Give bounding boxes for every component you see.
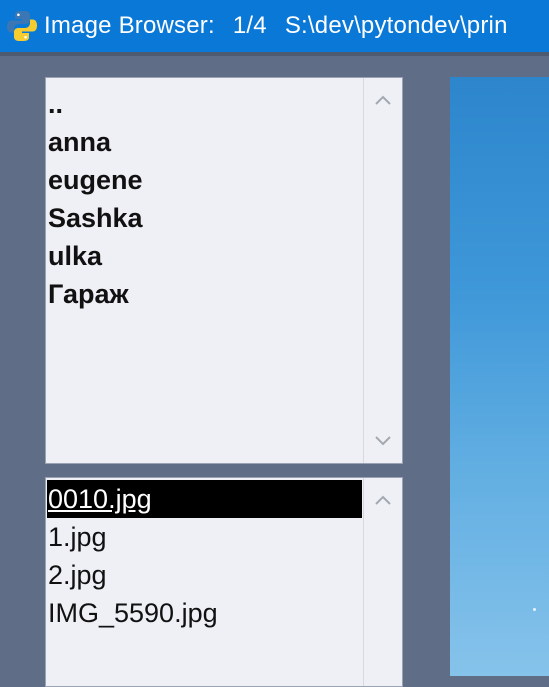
file-item-selected[interactable]: 0010.jpg xyxy=(47,480,362,518)
window-title: Image Browser: 1/4 S:\dev\pytondev\prin xyxy=(44,12,508,40)
directory-scrollbar[interactable] xyxy=(363,78,402,463)
directory-listbox[interactable]: .. anna eugene Sashka ulka Гараж xyxy=(45,77,403,464)
directory-scroll-up-button[interactable] xyxy=(364,82,402,118)
file-item[interactable]: IMG_5590.jpg xyxy=(47,594,362,632)
file-scrollbar[interactable] xyxy=(363,478,402,686)
chevron-down-icon xyxy=(375,436,391,446)
image-preview xyxy=(450,77,549,676)
title-bar[interactable]: Image Browser: 1/4 S:\dev\pytondev\prin xyxy=(0,0,549,52)
chevron-up-icon xyxy=(375,95,391,105)
window-title-app: Image Browser: xyxy=(44,12,215,39)
file-item[interactable]: 1.jpg xyxy=(47,518,362,556)
file-item[interactable]: 2.jpg xyxy=(47,556,362,594)
directory-item-parent[interactable]: .. xyxy=(47,85,362,123)
directory-item-garage[interactable]: Гараж xyxy=(47,275,362,313)
directory-item-sashka[interactable]: Sashka xyxy=(47,199,362,237)
directory-scroll-down-button[interactable] xyxy=(364,423,402,459)
file-items: 0010.jpg 1.jpg 2.jpg IMG_5590.jpg xyxy=(47,480,362,686)
image-highlight-dot xyxy=(533,608,536,611)
directory-item-eugene[interactable]: eugene xyxy=(47,161,362,199)
title-bar-divider xyxy=(0,52,549,56)
file-listbox[interactable]: 0010.jpg 1.jpg 2.jpg IMG_5590.jpg xyxy=(45,477,403,687)
python-icon xyxy=(7,11,37,41)
directory-items: .. anna eugene Sashka ulka Гараж xyxy=(47,85,362,463)
directory-item-ulka[interactable]: ulka xyxy=(47,237,362,275)
window-title-path: S:\dev\pytondev\prin xyxy=(284,12,508,39)
directory-item-anna[interactable]: anna xyxy=(47,123,362,161)
file-scroll-up-button[interactable] xyxy=(364,482,402,518)
chevron-up-icon xyxy=(375,495,391,505)
window-title-position: 1/4 xyxy=(232,12,267,39)
